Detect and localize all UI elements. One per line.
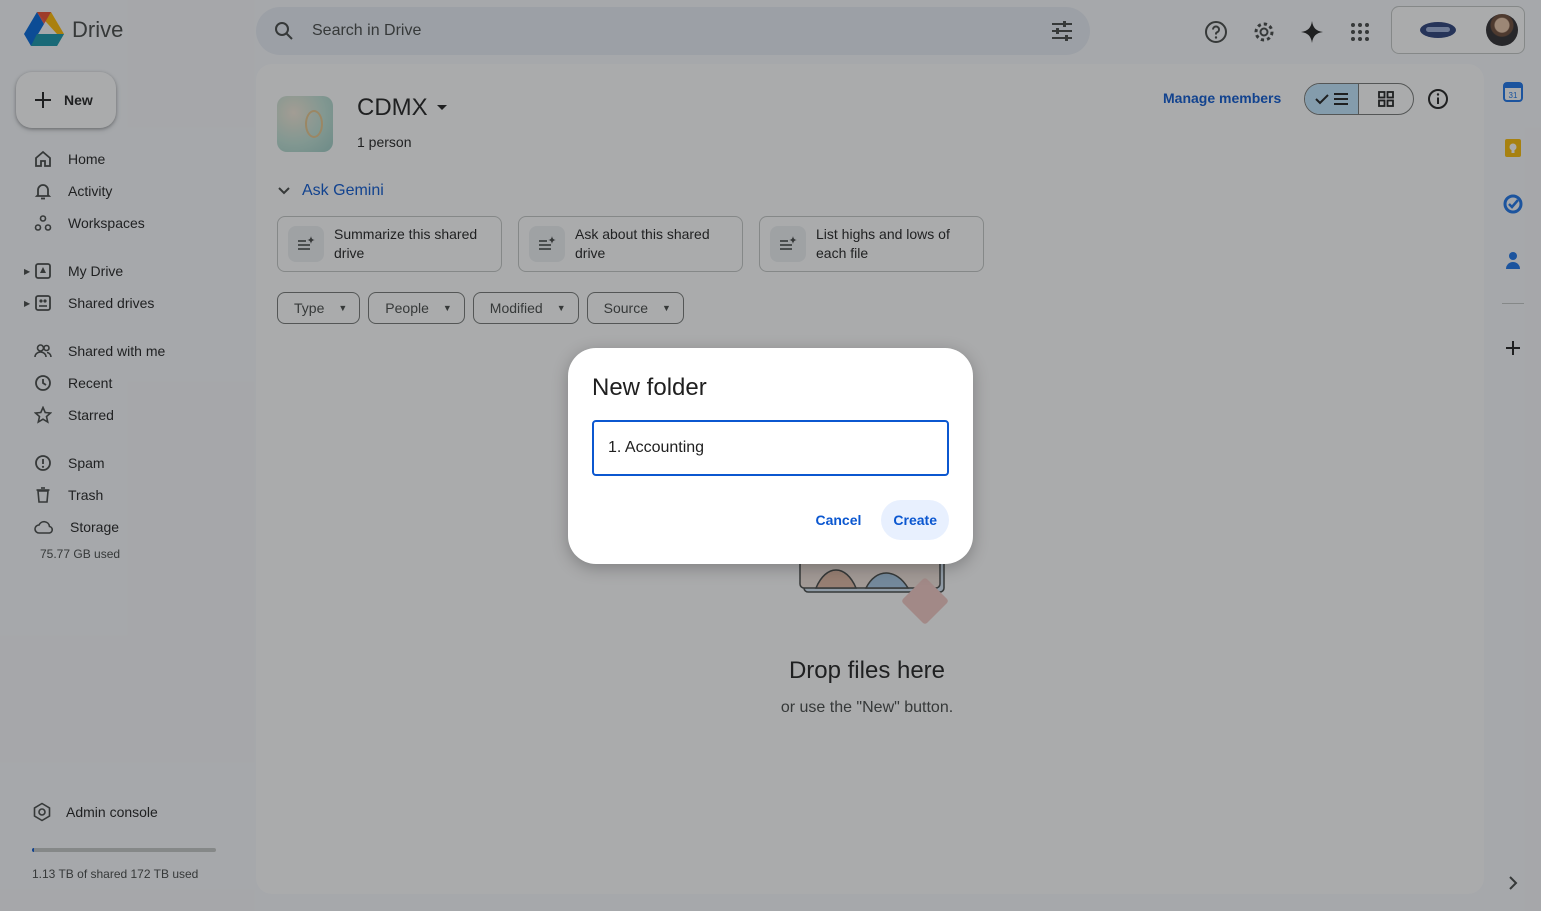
cancel-button[interactable]: Cancel (803, 500, 873, 540)
create-button[interactable]: Create (881, 500, 949, 540)
dialog-actions: Cancel Create (803, 500, 949, 540)
new-folder-dialog: New folder Cancel Create (568, 348, 973, 564)
folder-name-input[interactable] (592, 420, 949, 476)
dialog-title: New folder (592, 374, 707, 401)
